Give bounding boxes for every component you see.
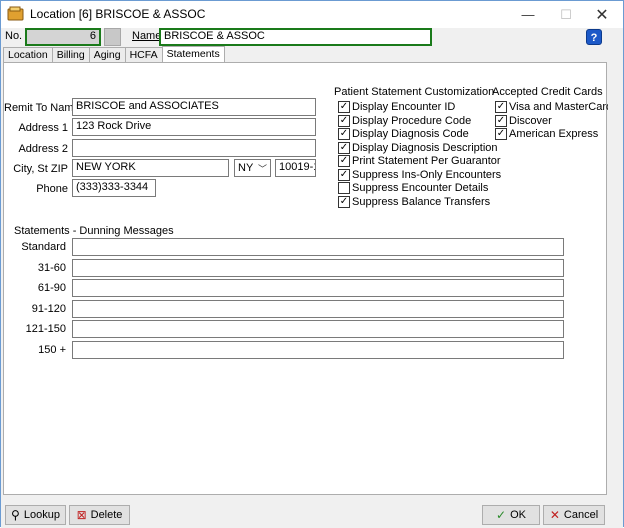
phone-field[interactable]: (333)333-3344 [72,179,156,197]
chevron-down-icon: ﹀ [257,163,267,174]
tab-hcfa[interactable]: HCFA [124,47,163,62]
delete-button[interactable]: ⊠ Delete [69,505,130,525]
american-express-checkbox[interactable]: ✓ American Express [495,128,598,140]
dunning-label-91-120: 91-120 [31,303,66,315]
checkbox-label: Visa and MasterCard [509,101,613,113]
credit-cards-title: Accepted Credit Cards [492,86,603,98]
city-field[interactable]: NEW YORK [72,159,229,177]
location-number-field[interactable]: 6 [25,28,101,46]
suppress-balance-transfers-checkbox[interactable]: ✓ Suppress Balance Transfers [338,196,490,208]
suppress-ins-only-encounters-checkbox[interactable]: ✓ Suppress Ins-Only Encounters [338,169,501,181]
address2-label: Address 2 [18,143,68,155]
checkbox-box[interactable]: ✓ [338,115,350,127]
display-diagnosis-code-checkbox[interactable]: ✓ Display Diagnosis Code [338,128,469,140]
tab-billing[interactable]: Billing [51,47,90,62]
lookup-button[interactable]: ⚲ Lookup [5,505,66,525]
checkbox-label: Suppress Encounter Details [352,182,489,194]
checkbox-label: Suppress Balance Transfers [352,196,491,208]
checkbox-label: Display Procedure Code [352,115,472,127]
number-picker-button[interactable] [104,28,121,46]
help-icon[interactable]: ? [586,29,602,45]
discover-checkbox[interactable]: ✓ Discover [495,115,552,127]
ok-label: OK [510,509,526,521]
cancel-label: Cancel [563,509,599,521]
button-bar: ⚲ Lookup ⊠ Delete ✓ OK ✕ Cancel [1,501,623,528]
dunning-91-120-field[interactable] [72,300,564,318]
display-encounter-id-checkbox[interactable]: ✓ Display Encounter ID [338,101,455,113]
location-name-field[interactable]: BRISCOE & ASSOC [159,28,432,46]
statements-panel: Remit To Name BRISCOE and ASSOCIATES Add… [3,62,612,495]
phone-label: Phone [36,183,68,195]
checkmark-icon: ✓ [496,508,507,522]
suppress-encounter-details-checkbox[interactable]: Suppress Encounter Details [338,182,488,194]
tab-statements[interactable]: Statements [161,46,225,62]
dunning-title: Statements - Dunning Messages [14,225,174,237]
location-window: Location [6] BRISCOE & ASSOC — ☐ ✕ No. 6… [0,0,624,528]
display-diagnosis-description-checkbox[interactable]: ✓ Display Diagnosis Description [338,142,498,154]
name-label: Name [132,30,162,42]
checkbox-label: Display Diagnosis Code [352,128,469,140]
checkbox-box[interactable]: ✓ [338,101,350,113]
dunning-150-plus-field[interactable] [72,341,564,359]
checkbox-box[interactable]: ✓ [338,142,350,154]
zip-field[interactable]: 10019-12 [275,159,316,177]
tab-location[interactable]: Location [3,47,53,62]
checkbox-box[interactable]: ✓ [338,155,350,167]
checkbox-box[interactable]: ✓ [338,196,350,208]
checkbox-label: Suppress Ins-Only Encounters [352,169,502,181]
checkbox-label: Print Statement Per Guarantor [352,155,501,167]
dunning-label-61-90: 61-90 [37,282,66,294]
dunning-31-60-field[interactable] [72,259,564,277]
binoculars-icon: ⚲ [11,508,20,522]
maximize-button[interactable]: ☐ [549,1,583,28]
checkbox-box[interactable] [338,182,350,194]
print-statement-per-guarantor-checkbox[interactable]: ✓ Print Statement Per Guarantor [338,155,501,167]
address2-field[interactable] [72,139,316,157]
vertical-scrollbar[interactable] [608,62,622,495]
title-bar: Location [6] BRISCOE & ASSOC — ☐ ✕ [1,1,623,28]
dunning-label-standard: Standard [21,241,66,253]
checkbox-box[interactable]: ✓ [338,169,350,181]
dunning-standard-field[interactable] [72,238,564,256]
cancel-x-icon: ✕ [549,508,560,522]
close-button[interactable]: ✕ [585,1,619,28]
checkbox-label: Display Encounter ID [352,101,456,113]
delete-label: Delete [90,509,123,521]
customization-title: Patient Statement Customization [334,86,495,98]
cancel-button[interactable]: ✕ Cancel [543,505,605,525]
dunning-label-31-60: 31-60 [37,262,66,274]
minimize-button[interactable]: — [511,1,545,28]
address1-label: Address 1 [18,122,68,134]
checkbox-box[interactable]: ✓ [495,101,507,113]
record-header: No. 6 Name BRISCOE & ASSOC ? [1,28,623,46]
dunning-label-121-150: 121-150 [25,323,66,335]
checkbox-box[interactable]: ✓ [495,128,507,140]
remit-to-name-field[interactable]: BRISCOE and ASSOCIATES [72,98,316,116]
checkbox-box[interactable]: ✓ [338,128,350,140]
dunning-121-150-field[interactable] [72,320,564,338]
tab-strip: Location Billing Aging HCFA Statements [3,46,225,62]
dunning-label-150-plus: 150 + [38,344,66,356]
window-title: Location [6] BRISCOE & ASSOC [30,7,206,21]
address1-field[interactable]: 123 Rock Drive [72,118,316,136]
checkbox-label: Discover [509,115,552,127]
no-label: No. [5,30,23,42]
checkbox-box[interactable]: ✓ [495,115,507,127]
city-label: City, St ZIP [13,163,68,175]
display-procedure-code-checkbox[interactable]: ✓ Display Procedure Code [338,115,471,127]
delete-icon: ⊠ [76,508,87,522]
ok-button[interactable]: ✓ OK [482,505,540,525]
tab-aging[interactable]: Aging [88,47,126,62]
lookup-label: Lookup [23,509,60,521]
state-value: NY [238,162,254,174]
app-icon [7,6,24,21]
remit-to-label: Remit To Name [4,102,80,114]
checkbox-label: American Express [509,128,599,140]
checkbox-label: Display Diagnosis Description [352,142,498,154]
state-select[interactable]: NY ﹀ [234,159,271,177]
visa-mastercard-checkbox[interactable]: ✓ Visa and MasterCard [495,101,612,113]
dunning-61-90-field[interactable] [72,279,564,297]
